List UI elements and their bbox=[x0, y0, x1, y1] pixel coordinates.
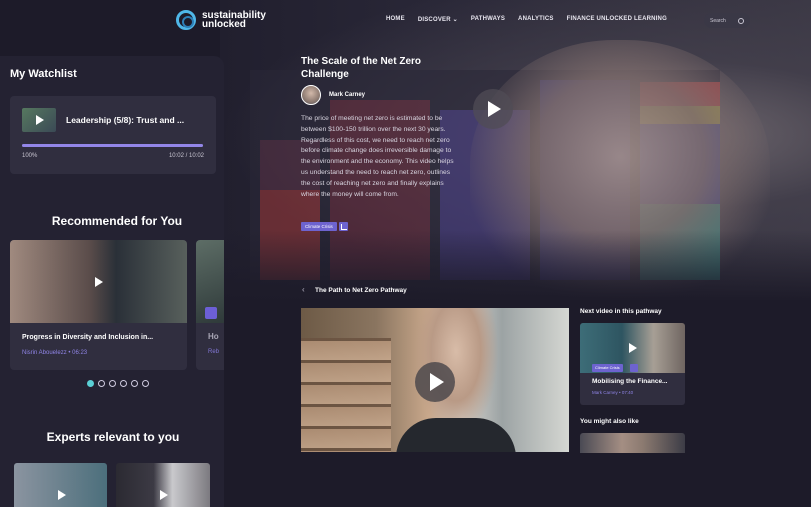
recommended-card-title[interactable]: Ho bbox=[208, 332, 219, 341]
author-avatar[interactable] bbox=[301, 85, 321, 105]
recommended-card[interactable]: Ho Reb bbox=[196, 240, 224, 370]
nav-discover[interactable]: DISCOVER ⌄ bbox=[418, 16, 458, 23]
carousel-dot[interactable] bbox=[142, 380, 149, 387]
topic-tag[interactable]: Climate Crisis bbox=[301, 222, 337, 231]
recommended-title: Recommended for You bbox=[51, 214, 183, 228]
logo-line-2: unlocked bbox=[202, 19, 246, 30]
recommended-card-title[interactable]: Progress in Diversity and Inclusion in..… bbox=[22, 334, 153, 341]
video-description: The price of meeting net zero is estimat… bbox=[301, 115, 454, 198]
play-icon[interactable] bbox=[92, 276, 104, 288]
nav-finance-unlocked-learning[interactable]: FINANCE UNLOCKED LEARNING bbox=[567, 16, 667, 23]
recommended-thumbnail[interactable] bbox=[10, 240, 187, 323]
carousel-dot[interactable] bbox=[109, 380, 116, 387]
progress-time: 10:02 / 10:02 bbox=[168, 153, 204, 159]
search-input[interactable]: Search bbox=[704, 13, 750, 28]
play-icon bbox=[33, 114, 45, 126]
video-frame-bookshelf bbox=[301, 338, 391, 452]
nav-analytics[interactable]: ANALYTICS bbox=[518, 16, 554, 23]
next-video-meta: Mark Carney • 07:40 bbox=[592, 390, 634, 395]
logo-text: sustainability unlocked bbox=[202, 11, 266, 30]
watch-progress-bar bbox=[22, 144, 203, 147]
topic-tag[interactable]: Climate Crisis bbox=[592, 364, 623, 372]
recommended-card-meta: Reb bbox=[208, 349, 220, 355]
tag-badge-icon bbox=[205, 307, 217, 319]
hero-play-button[interactable] bbox=[473, 89, 513, 129]
expert-card[interactable] bbox=[116, 463, 210, 507]
next-video-card[interactable]: Climate Crisis Mobilising the Finance...… bbox=[580, 323, 685, 405]
nav-pathways[interactable]: PATHWAYS bbox=[471, 16, 505, 23]
carousel-dots bbox=[87, 380, 149, 387]
watchlist-item-title[interactable]: Leadership (5/8): Trust and ... bbox=[66, 115, 184, 125]
carousel-dot[interactable] bbox=[131, 380, 138, 387]
experts-title: Experts relevant to you bbox=[46, 430, 180, 444]
play-icon[interactable] bbox=[55, 489, 67, 501]
search-placeholder: Search bbox=[710, 17, 726, 24]
pathway-title[interactable]: The Path to Net Zero Pathway bbox=[315, 287, 407, 294]
chevron-left-icon[interactable]: ‹ bbox=[302, 285, 305, 294]
play-icon[interactable] bbox=[626, 342, 638, 354]
recommended-card[interactable]: Progress in Diversity and Inclusion in..… bbox=[10, 240, 187, 370]
search-icon[interactable] bbox=[738, 17, 744, 24]
site-logo[interactable]: sustainability unlocked bbox=[176, 10, 266, 30]
analytics-chart-icon[interactable] bbox=[630, 364, 638, 372]
analytics-chart-icon[interactable] bbox=[339, 222, 348, 231]
progress-percent: 100% bbox=[22, 153, 38, 159]
also-like-card[interactable] bbox=[580, 433, 685, 453]
carousel-dot[interactable] bbox=[98, 380, 105, 387]
hero-fade bbox=[220, 230, 811, 320]
author-name[interactable]: Mark Carney bbox=[329, 92, 365, 98]
logo-icon bbox=[176, 10, 196, 30]
next-video-title[interactable]: Mobilising the Finance... bbox=[592, 378, 667, 385]
main-nav: HOME DISCOVER ⌄ PATHWAYS ANALYTICS FINAN… bbox=[386, 16, 667, 23]
next-video-label: Next video in this pathway bbox=[580, 308, 662, 315]
watch-progress-fill bbox=[22, 144, 203, 147]
watchlist-item[interactable]: Leadership (5/8): Trust and ... 100% 10:… bbox=[10, 96, 216, 174]
play-button[interactable] bbox=[415, 362, 455, 402]
play-icon[interactable] bbox=[157, 489, 169, 501]
recommended-card-meta: Nisrin Abouelezz • 06:23 bbox=[22, 350, 88, 356]
watchlist-title: My Watchlist bbox=[10, 68, 77, 80]
nav-home[interactable]: HOME bbox=[386, 16, 405, 23]
carousel-dot[interactable] bbox=[120, 380, 127, 387]
watchlist-thumbnail[interactable] bbox=[22, 108, 56, 132]
carousel-dot[interactable] bbox=[87, 380, 94, 387]
top-header: sustainability unlocked HOME DISCOVER ⌄ … bbox=[0, 0, 811, 42]
expert-card[interactable] bbox=[14, 463, 107, 507]
also-like-label: You might also like bbox=[580, 418, 639, 425]
video-title: The Scale of the Net Zero Challenge bbox=[301, 56, 422, 80]
